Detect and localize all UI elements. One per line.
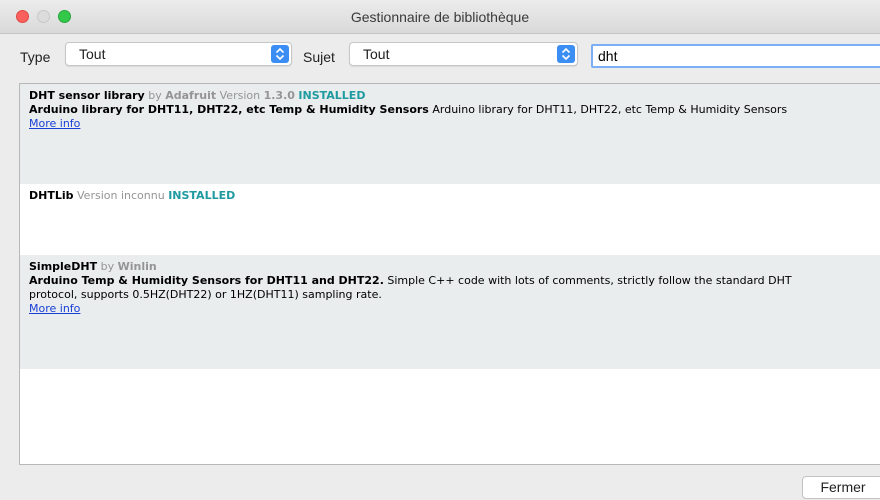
title-bar: Gestionnaire de bibliothèque	[0, 0, 880, 34]
library-by: by	[148, 89, 162, 102]
library-header: DHT sensor library by Adafruit Version 1…	[29, 89, 880, 103]
library-paragraph: Arduino library for DHT11, DHT22, etc Te…	[432, 103, 788, 116]
type-select[interactable]: Tout	[65, 42, 292, 66]
library-version: inconnu	[120, 189, 165, 202]
type-select-value: Tout	[79, 46, 106, 62]
search-input[interactable]: dht	[591, 44, 880, 68]
more-info-link[interactable]: More info	[29, 117, 80, 131]
installed-badge: INSTALLED	[298, 89, 366, 102]
library-sentence: Arduino Temp & Humidity Sensors for DHT1…	[29, 274, 384, 287]
library-paragraph-line1: Simple C++ code with lots of comments, s…	[387, 274, 792, 287]
more-info-link[interactable]: More info	[29, 302, 80, 316]
library-author: Winlin	[117, 260, 157, 273]
select-arrows-icon	[271, 45, 289, 63]
library-header: DHTLib Version inconnu INSTALLED	[29, 189, 880, 203]
library-by: by	[100, 260, 115, 273]
library-paragraph-line2: protocol, supports 0.5HZ(DHT22) or 1HZ(D…	[29, 288, 382, 301]
library-list[interactable]: DHT sensor library by Adafruit Version 1…	[19, 83, 880, 465]
window-title: Gestionnaire de bibliothèque	[350, 9, 530, 25]
library-item-simpledht[interactable]: SimpleDHT by Winlin Arduino Temp & Humid…	[20, 255, 880, 369]
select-arrows-icon	[557, 45, 575, 63]
topic-label: Sujet	[303, 49, 335, 65]
close-button[interactable]: Fermer	[802, 476, 880, 499]
filter-bar: Type Tout Sujet Tout dht	[0, 34, 880, 78]
library-name: DHTLib	[29, 189, 74, 202]
library-description: Arduino library for DHT11, DHT22, etc Te…	[29, 103, 880, 117]
type-label: Type	[20, 49, 51, 65]
topic-select-value: Tout	[363, 46, 390, 62]
library-version-word: Version	[77, 189, 118, 202]
library-version-word: Version	[219, 89, 261, 102]
library-item-dhtlib[interactable]: DHTLib Version inconnu INSTALLED	[20, 184, 880, 255]
library-description: Arduino Temp & Humidity Sensors for DHT1…	[29, 274, 880, 288]
library-name: DHT sensor library	[29, 89, 145, 102]
library-sentence: Arduino library for DHT11, DHT22, etc Te…	[29, 103, 429, 116]
library-name: SimpleDHT	[29, 260, 98, 273]
topic-select[interactable]: Tout	[349, 42, 578, 66]
library-author: Adafruit	[165, 89, 217, 102]
installed-badge: INSTALLED	[168, 189, 236, 202]
library-item-dht-sensor-library[interactable]: DHT sensor library by Adafruit Version 1…	[20, 84, 880, 184]
library-version: 1.3.0	[263, 89, 295, 102]
library-header: SimpleDHT by Winlin	[29, 260, 880, 274]
search-input-value: dht	[598, 48, 618, 64]
